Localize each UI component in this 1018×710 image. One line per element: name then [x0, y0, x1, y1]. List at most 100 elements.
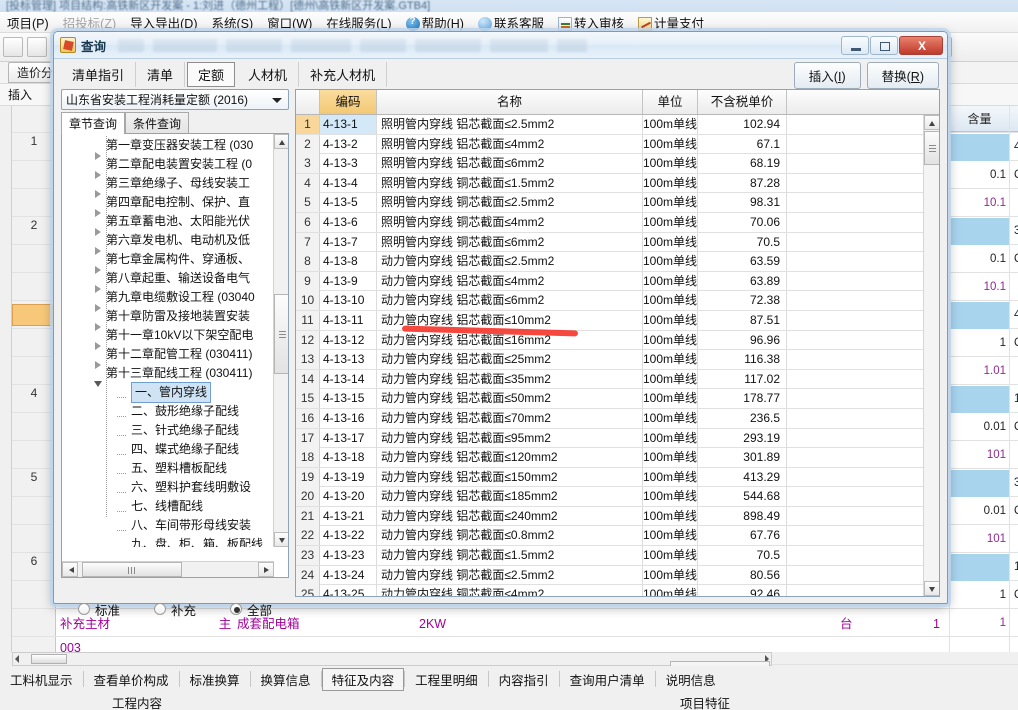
dialog-tab-2[interactable]: 定额	[187, 61, 236, 87]
grid-scrollbar-thumb[interactable]	[924, 131, 939, 165]
insert-button[interactable]: 插入(I)	[793, 62, 861, 89]
background-horizontal-scrollbar[interactable]	[12, 652, 772, 666]
table-row[interactable]: 2 4-13-2 照明管内穿线 铝芯截面≤4mm2 100m单线 67.1	[296, 134, 923, 155]
bottom-tab-1[interactable]: 查看单价构成	[84, 668, 179, 691]
table-row[interactable]: 18 4-13-18 动力管内穿线 铝芯截面≤120mm2 100m单线 301.89	[296, 448, 923, 468]
cell-code[interactable]: 4-13-7	[320, 232, 377, 252]
cell-unit[interactable]: 100m单线	[643, 193, 698, 213]
table-row[interactable]: 13 4-13-13 动力管内穿线 铝芯截面≤25mm2 100m单线 116.38	[296, 350, 923, 370]
cell-name[interactable]: 动力管内穿线 铝芯截面≤6mm2	[377, 291, 643, 311]
column-header-content[interactable]: 含量	[950, 106, 1010, 132]
table-row[interactable]: 12 4-13-12 动力管内穿线 铝芯截面≤16mm2 100m单线 96.96	[296, 330, 923, 351]
cell-price[interactable]: 87.51	[698, 310, 787, 330]
dialog-tab-4[interactable]: 补充人材机	[299, 61, 388, 87]
cell-n[interactable]: 6	[296, 212, 320, 232]
cell-price[interactable]: 80.56	[698, 565, 787, 585]
cell-price[interactable]: 236.5	[698, 408, 787, 428]
grid-scroll-down-icon[interactable]	[924, 581, 939, 596]
cell-unit[interactable]: 100m单线	[643, 154, 698, 174]
tree-node[interactable]: 三、针式绝缘子配线	[62, 421, 274, 440]
cell-price[interactable]: 98.31	[698, 193, 787, 213]
cell-code[interactable]: 4-13-17	[320, 428, 377, 448]
radio-2[interactable]: 全部	[229, 600, 272, 619]
cell-code[interactable]: 4-13-13	[320, 350, 377, 370]
radio-indicator[interactable]	[77, 603, 90, 615]
cell-name[interactable]: 动力管内穿线 铝芯截面≤120mm2	[377, 448, 643, 468]
cell-n[interactable]: 11	[296, 310, 320, 330]
bg-row-number[interactable]: 4	[12, 382, 56, 404]
cell-unit[interactable]: 100m单线	[643, 546, 698, 566]
dialog-titlebar[interactable]: 查询 X	[54, 32, 947, 59]
cell-code[interactable]: 4-13-23	[320, 546, 377, 566]
bg-row-number[interactable]: 6	[12, 550, 56, 572]
cell-n[interactable]: 13	[296, 350, 320, 370]
cell-unit[interactable]: 100m单线	[643, 310, 698, 330]
bg-row-number[interactable]: 1	[12, 130, 56, 152]
cell-unit[interactable]: 100m单线	[643, 428, 698, 448]
table-row[interactable]: 3 4-13-3 照明管内穿线 铝芯截面≤6mm2 100m单线 68.19	[296, 154, 923, 174]
tree-node[interactable]: 六、塑料护套线明敷设	[62, 478, 274, 497]
cell-unit[interactable]: 100m单线	[643, 565, 698, 585]
cell-unit[interactable]: 100m单线	[643, 271, 698, 291]
cell-price[interactable]: 70.5	[698, 232, 787, 252]
cell-code[interactable]: 4-13-5	[320, 193, 377, 213]
cell-code[interactable]: 4-13-15	[320, 389, 377, 409]
cell-n[interactable]: 14	[296, 369, 320, 389]
cell-name[interactable]: 动力管内穿线 铝芯截面≤4mm2	[377, 271, 643, 291]
cell-code[interactable]: 4-13-16	[320, 408, 377, 428]
grid-scroll-up-icon[interactable]	[924, 115, 939, 130]
table-row[interactable]: 1 4-13-1 照明管内穿线 铝芯截面≤2.5mm2 100m单线 102.94	[296, 115, 923, 135]
cell-code[interactable]: 4-13-11	[320, 310, 377, 330]
header-name[interactable]: 名称	[377, 90, 643, 114]
cell-price[interactable]: 70.5	[698, 546, 787, 566]
cell-name[interactable]: 动力管内穿线 铜芯截面≤2.5mm2	[377, 565, 643, 585]
cell-unit[interactable]: 100m单线	[643, 212, 698, 232]
minimize-button[interactable]	[841, 35, 869, 55]
radio-indicator[interactable]	[229, 603, 242, 615]
cell-code[interactable]: 4-13-2	[320, 134, 377, 154]
cell-n[interactable]: 10	[296, 291, 320, 311]
bottom-tab-4[interactable]: 特征及内容	[321, 667, 405, 691]
table-row[interactable]: 23 4-13-23 动力管内穿线 铜芯截面≤1.5mm2 100m单线 70.5	[296, 546, 923, 566]
cell-code[interactable]: 4-13-19	[320, 467, 377, 487]
cell-code[interactable]: 4-13-24	[320, 565, 377, 585]
tree-node[interactable]: 五、塑料槽板配线	[62, 459, 274, 478]
cell-code[interactable]: 4-13-25	[320, 585, 377, 596]
cell-code[interactable]: 4-13-22	[320, 526, 377, 546]
radio-1[interactable]: 补充	[153, 600, 196, 619]
cell-name[interactable]: 照明管内穿线 铜芯截面≤6mm2	[377, 232, 643, 252]
cell-unit[interactable]: 100m单线	[643, 291, 698, 311]
cell-name[interactable]: 照明管内穿线 铜芯截面≤2.5mm2	[377, 193, 643, 213]
tree-node[interactable]: 第八章起重、输送设备电气	[62, 269, 274, 293]
grid-vertical-scrollbar[interactable]	[923, 115, 939, 596]
cell-code[interactable]: 4-13-4	[320, 173, 377, 193]
cell-unit[interactable]: 100m单线	[643, 467, 698, 487]
tree-scroll-left-icon[interactable]	[62, 562, 78, 577]
cell-n[interactable]: 9	[296, 271, 320, 291]
cell-price[interactable]: 67.76	[698, 526, 787, 546]
cell-price[interactable]: 898.49	[698, 506, 787, 526]
cell-price[interactable]: 68.19	[698, 154, 787, 174]
cell-code[interactable]: 4-13-21	[320, 506, 377, 526]
tree-node[interactable]: 第四章配电控制、保护、直	[62, 193, 274, 217]
replace-button[interactable]: 替换(R)	[866, 62, 939, 89]
table-row[interactable]: 7 4-13-7 照明管内穿线 铜芯截面≤6mm2 100m单线 70.5	[296, 232, 923, 253]
cell-price[interactable]: 117.02	[698, 369, 787, 389]
table-row[interactable]: 17 4-13-17 动力管内穿线 铝芯截面≤95mm2 100m单线 293.19	[296, 428, 923, 449]
table-row[interactable]: 22 4-13-22 动力管内穿线 铜芯截面≤0.8mm2 100m单线 67.76	[296, 526, 923, 547]
tree-node[interactable]: 九、盘、柜、箱、板配线	[62, 535, 274, 547]
cell-n[interactable]: 15	[296, 389, 320, 409]
cell-code[interactable]: 4-13-20	[320, 487, 377, 507]
table-row[interactable]: 16 4-13-16 动力管内穿线 铝芯截面≤70mm2 100m单线 236.5	[296, 408, 923, 429]
cell-code[interactable]: 4-13-1	[320, 115, 377, 134]
bottom-tab-5[interactable]: 工程里明细	[405, 668, 488, 691]
header-unit[interactable]: 单位	[643, 90, 698, 114]
table-row[interactable]: 11 4-13-11 动力管内穿线 铝芯截面≤10mm2 100m单线 87.51	[296, 310, 923, 331]
cell-n[interactable]: 23	[296, 546, 320, 566]
tree-node[interactable]: 第三章绝缘子、母线安装工	[62, 174, 274, 198]
tree-node[interactable]: 第十章防雷及接地装置安装	[62, 307, 274, 331]
cell-unit[interactable]: 100m单线	[643, 173, 698, 193]
table-row[interactable]: 19 4-13-19 动力管内穿线 铝芯截面≤150mm2 100m单线 413.29	[296, 467, 923, 488]
tree-scrollbar-thumb[interactable]	[274, 294, 288, 374]
tree-hscrollbar-thumb[interactable]	[82, 562, 182, 577]
